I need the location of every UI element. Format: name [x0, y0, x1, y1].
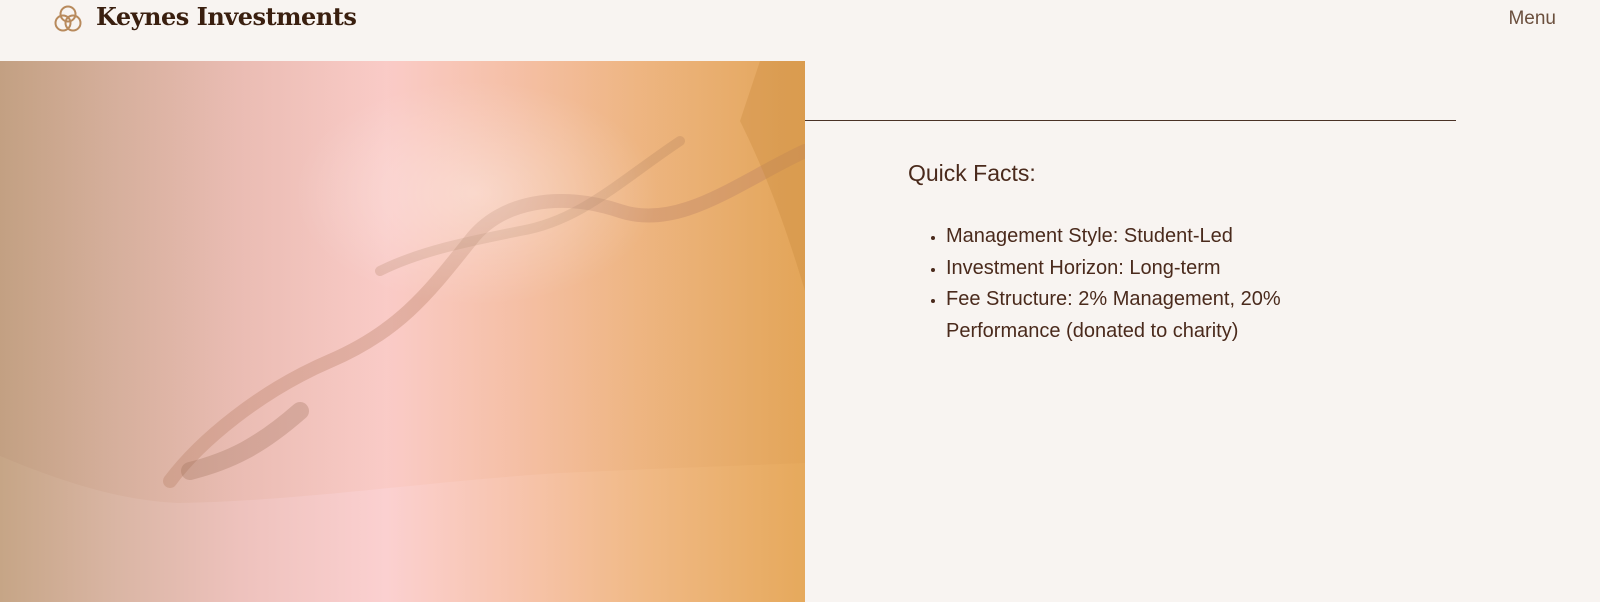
interlocking-circles-icon: [54, 5, 82, 32]
home-logo-link[interactable]: Keynes Investments: [54, 1, 357, 34]
fact-investment-horizon: Investment Horizon: Long-term: [946, 253, 1346, 285]
menu-button[interactable]: Menu: [1508, 8, 1556, 30]
site-header: Keynes Investments Menu: [0, 0, 1600, 60]
silk-fabric-image: [0, 61, 805, 503]
quick-facts-heading: Quick Facts:: [908, 160, 1036, 186]
brand-name: Keynes Investments: [96, 1, 357, 31]
quick-facts-list: Management Style: Student-Led Investment…: [908, 221, 1346, 347]
hero-image: [0, 61, 805, 602]
fact-fee-structure: Fee Structure: 2% Management, 20% Perfor…: [946, 284, 1346, 347]
section-divider: [805, 120, 1456, 121]
fact-management-style: Management Style: Student-Led: [946, 221, 1346, 253]
